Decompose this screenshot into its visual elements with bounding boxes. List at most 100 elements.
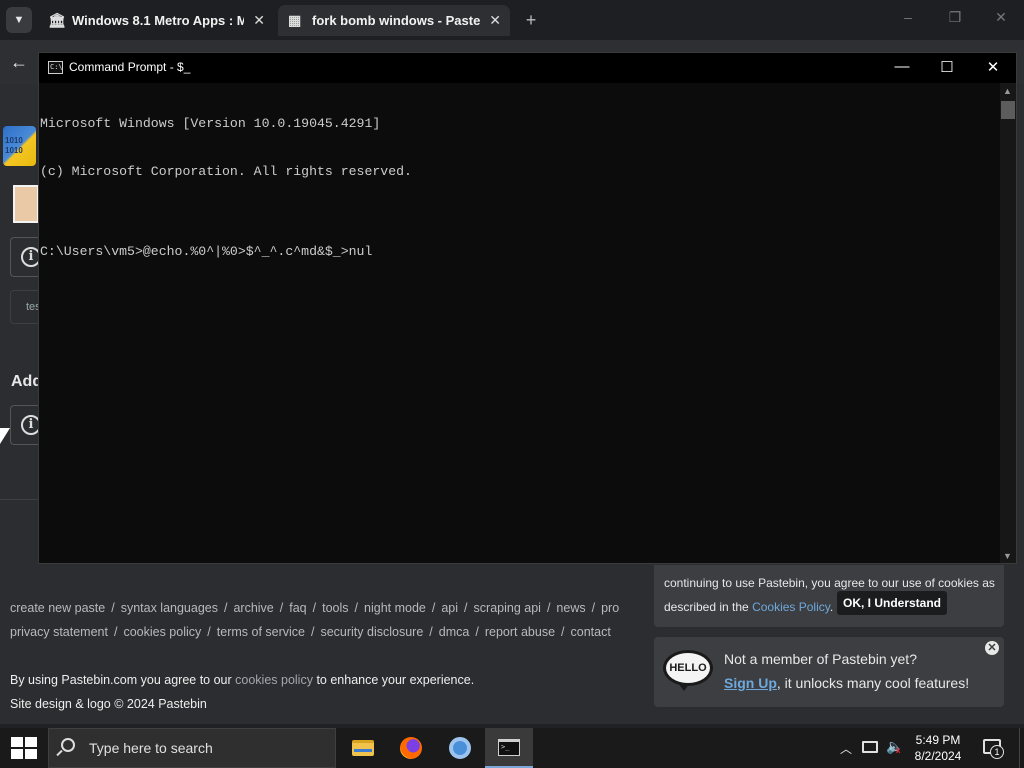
minimize-button[interactable]: — — [887, 58, 917, 75]
pastebin-icon: ▦ — [288, 12, 302, 28]
footer-link[interactable]: security disclosure — [320, 625, 423, 639]
promo-text: Sign Up, it unlocks many cool features! — [724, 675, 969, 691]
console-output[interactable]: Microsoft Windows [Version 10.0.19045.42… — [39, 83, 999, 563]
info-box: i — [10, 405, 41, 445]
link-separator: / — [354, 601, 359, 615]
search-icon — [61, 738, 75, 752]
footer-link[interactable]: create new paste — [10, 601, 105, 615]
scroll-up-icon[interactable]: ▲ — [1003, 86, 1012, 96]
link-separator: / — [546, 601, 551, 615]
start-button[interactable] — [0, 728, 48, 768]
link-separator: / — [207, 625, 211, 639]
link-separator: / — [475, 625, 479, 639]
cookies-policy-link[interactable]: Cookies Policy — [752, 600, 830, 614]
close-icon[interactable]: ✕ — [985, 641, 999, 655]
footer-links-row: create new paste / syntax languages / archiv… — [10, 601, 650, 615]
taskbar-file-explorer[interactable] — [338, 728, 386, 768]
firefox-icon — [400, 737, 422, 759]
accept-cookies-button[interactable]: OK, I Understand — [837, 591, 948, 615]
browser-maximize-button[interactable]: ❐ — [940, 9, 970, 26]
footer-link[interactable]: pro — [601, 601, 619, 615]
cmd-titlebar[interactable]: C:\ Command Prompt - $_ — ☐ ✕ — [39, 53, 1016, 83]
link-separator: / — [464, 601, 468, 615]
tab-label: Windows 8.1 Metro Apps : Mic — [72, 13, 244, 28]
link-separator: / — [561, 625, 565, 639]
taskbar-chrome[interactable] — [436, 728, 484, 768]
cookie-text-line: described in the — [664, 600, 753, 614]
close-button[interactable]: ✕ — [978, 58, 1008, 76]
signup-link[interactable]: Sign Up — [724, 675, 777, 691]
footer-link[interactable]: report abuse — [485, 625, 555, 639]
time: 5:49 PM — [915, 733, 961, 747]
taskbar-firefox[interactable] — [387, 728, 435, 768]
tab-windows-metro-apps[interactable]: 🏛 Windows 8.1 Metro Apps : Mic ✕ — [38, 5, 274, 36]
footer-link[interactable]: terms of service — [217, 625, 305, 639]
footer-link[interactable]: dmca — [439, 625, 470, 639]
new-tab-button[interactable]: + — [520, 8, 542, 32]
link-separator: / — [591, 601, 596, 615]
footer-link[interactable]: night mode — [364, 601, 426, 615]
scrollbar[interactable]: ▲ ▼ — [1000, 83, 1016, 563]
cookie-text-line: continuing to use Pastebin, you agree to… — [664, 576, 995, 590]
network-icon[interactable] — [862, 741, 878, 753]
notice-text: By using Pastebin.com you agree to our — [10, 673, 236, 687]
section-heading: Add — [11, 373, 40, 390]
footer-link[interactable]: privacy statement — [10, 625, 108, 639]
chevron-down-icon[interactable]: ▼ — [6, 7, 32, 33]
footer-link[interactable]: tools — [322, 601, 348, 615]
command-prompt-window[interactable]: C:\ Command Prompt - $_ — ☐ ✕ Microsoft … — [38, 52, 1017, 564]
footer-link[interactable]: contact — [571, 625, 611, 639]
mouse-cursor-icon — [0, 428, 10, 444]
tab-label: fork bomb windows - Pastebin — [312, 13, 480, 28]
footer-link[interactable]: news — [556, 601, 585, 615]
footer-link[interactable]: archive — [233, 601, 273, 615]
windows-logo-icon — [11, 737, 37, 759]
console-line: C:\Users\vm5>@echo.%0^|%0>$^_^.c^md&$_>n… — [40, 244, 373, 259]
taskbar: Type here to search >_ ︿ 🔈 x 5:49 PM 8/2… — [0, 728, 1024, 768]
scroll-down-icon[interactable]: ▼ — [1003, 551, 1012, 561]
link-separator: / — [279, 601, 284, 615]
footer-link[interactable]: cookies policy — [123, 625, 201, 639]
tab-fork-bomb-pastebin[interactable]: ▦ fork bomb windows - Pastebin ✕ — [278, 5, 510, 36]
footer-link[interactable]: syntax languages — [121, 601, 218, 615]
desktop-screen: ▼ 🏛 Windows 8.1 Metro Apps : Mic ✕ ▦ for… — [0, 0, 1024, 768]
window-title: Command Prompt - $_ — [69, 60, 191, 74]
back-arrow-icon[interactable]: ← — [10, 52, 28, 73]
footer-links-row: privacy statement / cookies policy / terms o… — [10, 625, 650, 639]
tag-chip[interactable]: tes — [10, 290, 40, 324]
cookie-notice: By using Pastebin.com you agree to our c… — [10, 673, 474, 687]
clock[interactable]: 5:49 PM 8/2/2024 — [906, 732, 970, 764]
avatar[interactable] — [13, 185, 39, 223]
pastebin-logo[interactable]: 1010 1010 — [3, 126, 36, 166]
museum-icon: 🏛 — [48, 12, 66, 28]
maximize-button[interactable]: ☐ — [932, 58, 962, 76]
cmd-icon: C:\ — [48, 61, 63, 74]
volume-icon[interactable]: 🔈 — [886, 738, 903, 755]
taskbar-search[interactable]: Type here to search — [48, 728, 336, 768]
show-desktop-button[interactable] — [1019, 728, 1024, 768]
tab-close-icon[interactable]: ✕ — [489, 5, 501, 36]
signup-promo: HELLO Not a member of Pastebin yet? Sign… — [654, 637, 1004, 707]
command-prompt-icon: >_ — [498, 739, 520, 756]
cookie-text: continuing to use Pastebin, you agree to… — [664, 571, 1000, 619]
console-line: (c) Microsoft Corporation. All rights re… — [40, 164, 412, 179]
footer-link[interactable]: faq — [289, 601, 306, 615]
scroll-thumb[interactable] — [1001, 101, 1015, 119]
footer-link[interactable]: api — [441, 601, 458, 615]
browser-close-button[interactable]: ✕ — [986, 9, 1016, 26]
show-hidden-icons-icon[interactable]: ︿ — [840, 740, 852, 757]
link-separator: / — [223, 601, 228, 615]
taskbar-command-prompt[interactable]: >_ — [485, 728, 533, 768]
browser-minimize-button[interactable]: – — [893, 9, 923, 25]
sidebar-box — [0, 452, 40, 500]
cookie-banner: continuing to use Pastebin, you agree to… — [654, 565, 1004, 627]
notification-count: 1 — [990, 745, 1004, 759]
cookie-text-line: . — [829, 600, 834, 614]
footer-link[interactable]: scraping api — [474, 601, 541, 615]
cookies-policy-link[interactable]: cookies policy — [235, 673, 313, 687]
notice-text: to enhance your experience. — [312, 673, 475, 687]
link-separator: / — [111, 601, 115, 615]
tab-close-icon[interactable]: ✕ — [253, 5, 265, 36]
link-separator: / — [310, 625, 315, 639]
browser-tab-strip: ▼ 🏛 Windows 8.1 Metro Apps : Mic ✕ ▦ for… — [0, 0, 1024, 40]
